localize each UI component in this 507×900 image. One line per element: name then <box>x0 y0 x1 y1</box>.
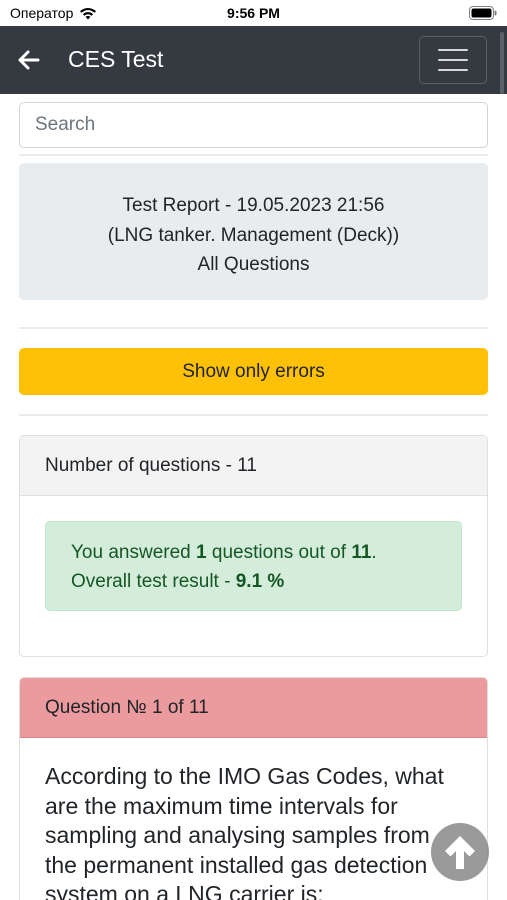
answered-suffix: . <box>371 542 377 563</box>
divider <box>19 154 488 156</box>
question-card: Question № 1 of 11 According to the IMO … <box>19 677 488 900</box>
divider <box>19 327 488 329</box>
answered-middle: questions out of <box>206 542 352 563</box>
result-value: 9.1 % <box>235 571 285 592</box>
show-only-errors-button[interactable]: Show only errors <box>19 348 488 395</box>
status-bar: Оператор 9:56 PM <box>0 0 507 26</box>
test-report-box: Test Report - 19.05.2023 21:56 (LNG tank… <box>19 163 488 300</box>
total-count: 11 <box>351 542 372 563</box>
answered-count: 1 <box>196 542 207 563</box>
report-title: Test Report - 19.05.2023 21:56 <box>122 195 385 216</box>
answered-prefix: You answered <box>71 542 197 563</box>
answered-line: You answered 1 questions out of 11. <box>71 538 436 567</box>
summary-card: Number of questions - 11 You answered 1 … <box>19 435 488 657</box>
result-alert: You answered 1 questions out of 11. Over… <box>45 521 462 611</box>
hamburger-menu-icon <box>438 49 468 51</box>
result-line: Overall test result - 9.1 % <box>71 567 436 596</box>
question-header: Question № 1 of 11 <box>20 678 487 738</box>
summary-header: Number of questions - 11 <box>20 436 487 496</box>
battery-icon <box>469 6 497 20</box>
app-navbar: CES Test <box>0 26 507 94</box>
status-time: 9:56 PM <box>227 5 280 21</box>
arrow-left-icon[interactable] <box>18 50 40 70</box>
report-category: (LNG tanker. Management (Deck)) <box>107 224 400 246</box>
divider <box>19 414 488 416</box>
hamburger-line <box>438 69 468 71</box>
hamburger-menu-button[interactable] <box>419 36 487 84</box>
search-input[interactable] <box>19 102 488 148</box>
hamburger-line <box>438 59 468 61</box>
arrow-up-icon <box>445 836 475 869</box>
scroll-to-top-button[interactable] <box>431 823 489 881</box>
main-content: Test Report - 19.05.2023 21:56 (LNG tank… <box>0 102 507 900</box>
scroll-indicator <box>500 32 504 94</box>
question-text: According to the IMO Gas Codes, what are… <box>45 763 444 900</box>
result-prefix: Overall test result - <box>71 571 236 592</box>
page-title: CES Test <box>68 46 164 72</box>
summary-body: You answered 1 questions out of 11. Over… <box>20 496 487 636</box>
report-scope: All Questions <box>197 254 310 275</box>
